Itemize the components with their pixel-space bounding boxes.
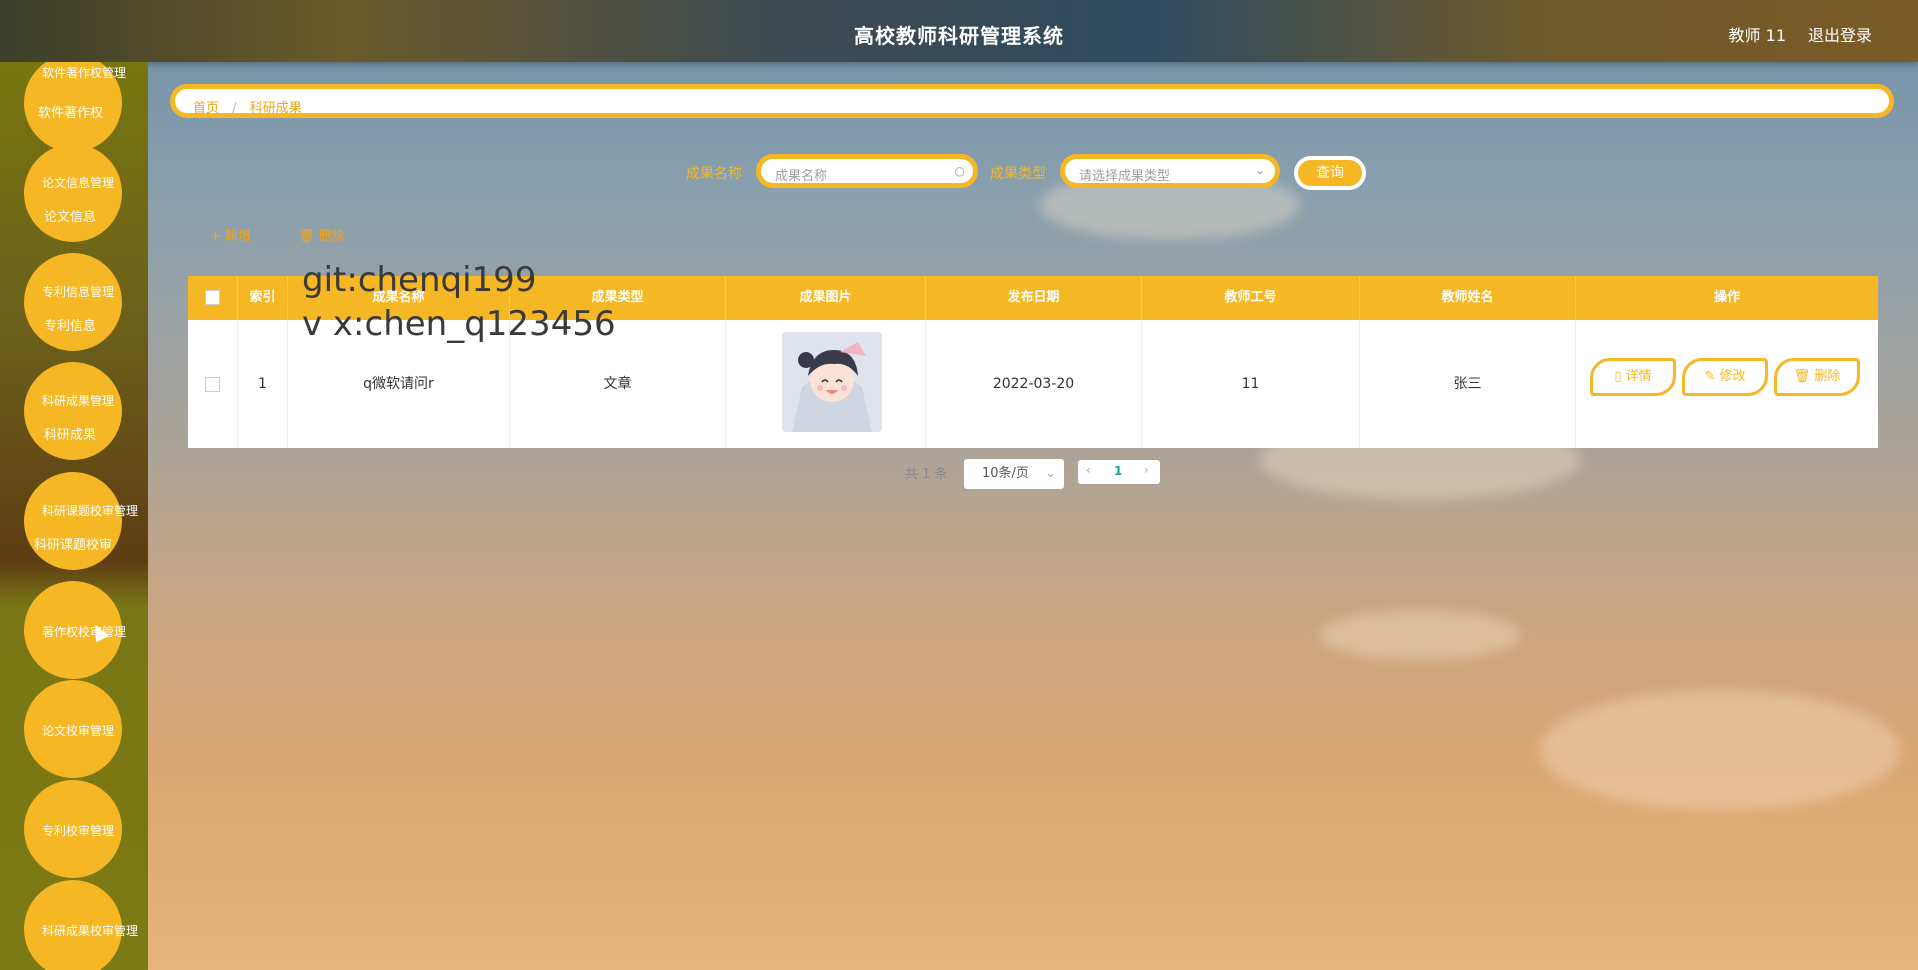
watermark-line: v x:chen_q123456 [302,304,616,344]
prev-page-icon[interactable]: ‹ [1086,463,1091,477]
sidebar-subitem-label[interactable]: 科研成果 [44,424,96,443]
sidebar-item-label: 专利信息管理 [42,285,115,299]
type-select[interactable]: 请选择成果类型 ⌄ [1060,154,1280,188]
sidebar-item-label: 论文校审管理 [42,724,115,738]
background-cloud [1320,610,1520,660]
column-header: 成果图片 [726,276,926,320]
index-cell: 1 [238,320,288,448]
background-cloud [1540,690,1900,810]
page-size-value: 10条/页 [982,466,1029,481]
delete-button[interactable]: 🗑 删除 [1774,358,1860,396]
edit-button[interactable]: ✎ 修改 [1682,358,1768,396]
sidebar-subitem-label[interactable]: 软件著作权 [38,102,103,121]
sidebar-item-topic-review[interactable]: 科研课题校审管理 科研课题校审 [24,472,138,570]
column-header: 索引 [238,276,288,320]
type-search-label: 成果类型 [990,166,1046,182]
app-title: 高校教师科研管理系统 [854,24,1064,48]
pager: ‹ 1 › [1078,460,1160,484]
sidebar-item-label: 科研成果校审管理 [42,924,139,938]
sidebar-subitem-label[interactable]: 科研课题校审 [34,534,112,553]
select-all-cell [188,276,238,320]
name-search-placeholder: 成果名称 [775,169,828,184]
column-header: 教师工号 [1142,276,1360,320]
add-button[interactable]: + 新增 [210,225,251,244]
sidebar-item-paper-info[interactable]: 论文信息管理 论文信息 [24,144,122,242]
row-select-cell [188,320,238,448]
sidebar-item-label: 科研成果管理 [42,394,115,408]
query-button[interactable]: 查询 [1294,156,1366,190]
teacher-name-cell: 张三 [1360,320,1576,448]
pagination-total: 共 1 条 [905,467,948,482]
breadcrumb-current: 科研成果 [249,101,302,116]
image-cell [726,320,926,448]
current-page-number[interactable]: 1 [1114,464,1122,478]
breadcrumb-separator: / [232,101,237,116]
chevron-down-icon: ⌄ [1254,163,1265,177]
actions-cell: ▯ 详情 ✎ 修改 🗑 删除 [1576,320,1878,448]
teacher-id-cell: 11 [1142,320,1360,448]
breadcrumb-home[interactable]: 首页 [193,101,219,116]
sidebar-item-software-copyright[interactable]: 软件著作权管理 软件著作权 [24,62,126,152]
trash-icon: 🗑 [1793,369,1811,384]
document-icon: ▯ [1614,369,1622,384]
sidebar-item-research-results[interactable]: 科研成果管理 科研成果 [24,362,122,460]
avatar-illustration-icon [782,332,882,432]
page-size-select[interactable]: 10条/页 ⌄ [964,459,1064,489]
watermark-line: git:chenqi199 [302,260,537,300]
batch-delete-button[interactable]: 🗑 删除 [298,225,345,244]
delete-button-label: 删除 [1814,369,1841,384]
sidebar-item-results-review[interactable]: 科研成果校审管理 [24,880,138,970]
search-icon: ○ [954,164,965,178]
logout-button[interactable]: 退出登录 [1808,22,1872,46]
date-cell: 2022-03-20 [926,320,1142,448]
column-header: 操作 [1713,290,1740,305]
name-search-label: 成果名称 [686,166,742,182]
type-select-placeholder: 请选择成果类型 [1079,169,1171,184]
sidebar-item-label: 软件著作权管理 [42,66,127,80]
sidebar-item-patent-info[interactable]: 专利信息管理 专利信息 [24,253,122,351]
sidebar-item-paper-review[interactable]: 论文校审管理 [24,680,122,778]
sidebar: 软件著作权管理 软件著作权 论文信息管理 论文信息 专利信息管理 专利信息 科研… [0,62,148,970]
sidebar-item-label: 论文信息管理 [42,176,115,190]
select-all-checkbox[interactable] [205,290,220,305]
sidebar-item-copyright-review[interactable]: 著作权校审管理 [24,581,126,679]
batch-delete-label: 删除 [318,229,345,244]
sidebar-item-label: 科研课题校审管理 [42,504,139,518]
trash-icon: 🗑 [298,229,315,244]
results-table: 索引 成果名称 成果类型 成果图片 发布日期 教师工号 教师姓名 操作 1 q微… [188,276,1878,448]
sidebar-item-label: 著作权校审管理 [42,625,127,639]
edit-button-label: 修改 [1719,369,1746,384]
top-bar: 高校教师科研管理系统 教师 11 退出登录 [0,0,1918,62]
result-image[interactable] [782,332,882,432]
sidebar-item-patent-review[interactable]: 专利校审管理 [24,780,122,878]
sidebar-item-label: 专利校审管理 [42,824,115,838]
next-page-icon[interactable]: › [1144,463,1149,477]
pencil-icon: ✎ [1704,369,1716,384]
column-header: 发布日期 [926,276,1142,320]
sidebar-subitem-label[interactable]: 专利信息 [44,315,96,334]
sidebar-subitem-label[interactable]: 论文信息 [44,206,96,225]
detail-button-label: 详情 [1625,369,1652,384]
current-user: 教师 11 [1728,26,1786,45]
detail-button[interactable]: ▯ 详情 [1590,358,1676,396]
chevron-down-icon: ⌄ [1045,466,1056,481]
breadcrumb: 首页 / 科研成果 [170,84,1894,118]
column-header: 教师姓名 [1360,276,1576,320]
name-search-input[interactable]: 成果名称 ○ [756,154,978,188]
row-checkbox[interactable] [205,376,220,392]
